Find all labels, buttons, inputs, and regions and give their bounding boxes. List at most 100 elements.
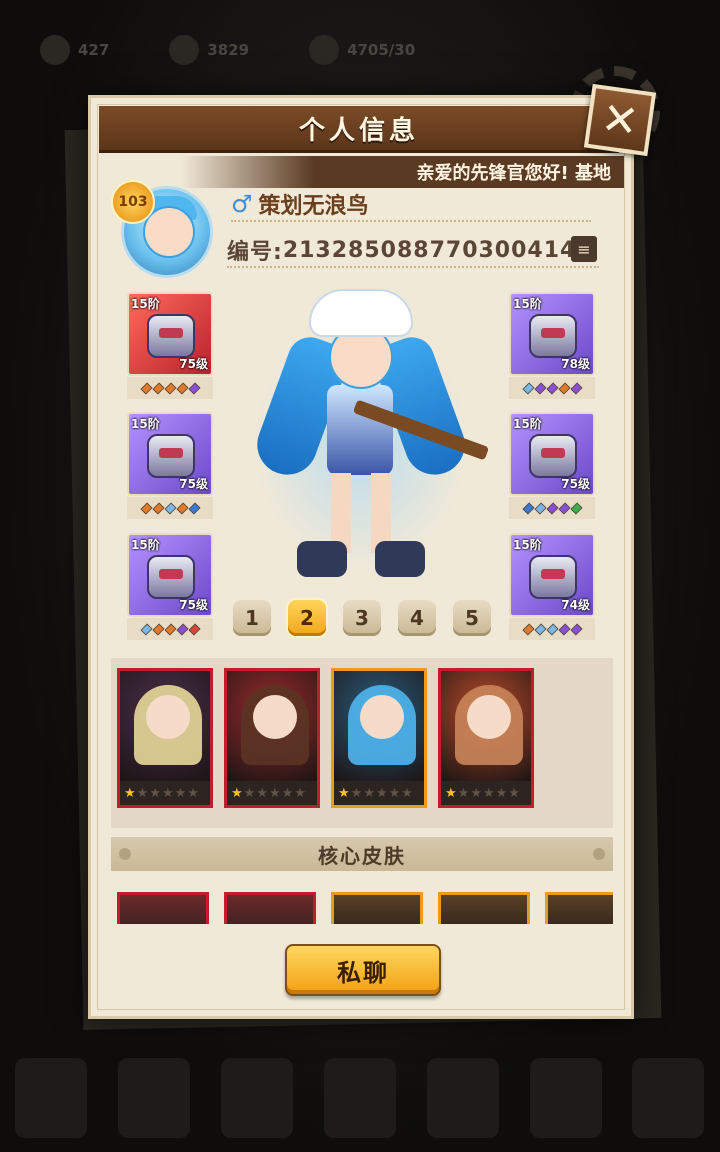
gem-icon [521, 622, 535, 636]
star-icon: ★ [174, 785, 187, 801]
close-button[interactable]: ✕ [583, 83, 657, 157]
core-skin-title: 核心皮肤 [318, 843, 406, 868]
page-tab-5[interactable]: 5 [453, 600, 491, 636]
nav-slot [323, 1058, 396, 1138]
equipment-level: 78级 [561, 357, 590, 371]
hero-boot [375, 541, 425, 577]
core-skin-header: 核心皮肤 [111, 837, 613, 871]
gem-icon [545, 501, 559, 515]
star-icon: ★ [445, 785, 457, 801]
loadout-page-tabs: 1 2 3 4 5 [233, 600, 491, 636]
gem-icon [187, 501, 201, 515]
nav-slot [426, 1058, 499, 1138]
star-icon: ★ [375, 785, 388, 801]
id-value: 2132850887703004144 [282, 237, 593, 263]
gem-row-right-3 [509, 618, 595, 640]
gem-icon [175, 381, 189, 395]
star-icon: ★ [388, 785, 401, 801]
hero-body [327, 385, 393, 475]
leg-armor-icon [529, 434, 577, 478]
nav-slot [221, 1058, 294, 1138]
copy-icon[interactable]: ≡ [571, 236, 597, 262]
gem-icon [163, 622, 177, 636]
player-info-modal: 个人信息 亲爱的先锋官您好! 基地 103 ♂ 策划无浪鸟 编号: 213285… [88, 95, 634, 1019]
hero-face [253, 695, 297, 739]
nav-slot [529, 1058, 602, 1138]
gem-icon [521, 381, 535, 395]
equipment-level: 74级 [561, 598, 590, 612]
star-rating: ★ ★ ★ ★ ★ ★ [120, 781, 210, 805]
star-rating: ★ ★ ★ ★ ★ ★ [441, 781, 531, 805]
greeting-text: 亲爱的先锋官您好! 基地 [416, 163, 611, 184]
hero-character-figure [231, 283, 491, 593]
gem-icon [569, 501, 583, 515]
equipment-slot-right-2[interactable]: 15阶 75级 [509, 412, 595, 496]
star-icon: ★ [482, 785, 495, 801]
player-name-row: ♂ 策划无浪鸟 [231, 188, 369, 220]
equipment-tier: 15阶 [131, 297, 160, 311]
equipment-slot-left-1[interactable]: 15阶 75级 [127, 292, 213, 376]
gem-icon [569, 622, 583, 636]
star-icon: ★ [256, 785, 268, 801]
gem-icon [557, 501, 571, 515]
equipment-slot-left-3[interactable]: 15阶 75级 [127, 533, 213, 617]
equipment-slot-right-3[interactable]: 15阶 74级 [509, 533, 595, 617]
helmet-icon [147, 314, 195, 358]
hero-boot [297, 541, 347, 577]
page-tab-3[interactable]: 3 [343, 600, 381, 636]
skin-card[interactable] [438, 892, 530, 924]
id-label: 编号: [227, 240, 283, 265]
star-rating: ★ ★ ★ ★ ★ ★ [227, 781, 317, 805]
hero-card[interactable]: ★ ★ ★ ★ ★ ★ [331, 668, 427, 808]
skin-card[interactable] [331, 892, 423, 924]
star-icon: ★ [281, 785, 294, 801]
divider [231, 220, 591, 222]
star-icon: ★ [149, 785, 161, 801]
greeting-banner: 亲爱的先锋官您好! 基地 [181, 156, 625, 188]
gem-icon [187, 381, 201, 395]
resource-icon [309, 35, 340, 65]
star-icon: ★ [187, 785, 199, 801]
star-icon: ★ [268, 785, 281, 801]
equipment-tier: 15阶 [513, 417, 542, 431]
star-icon: ★ [124, 785, 136, 801]
gem-row-left-2 [127, 497, 213, 519]
gem-icon [557, 381, 571, 395]
equipment-level: 75级 [561, 477, 590, 491]
skin-card[interactable] [224, 892, 316, 924]
player-name: 策划无浪鸟 [258, 194, 369, 219]
page-tab-2[interactable]: 2 [288, 600, 326, 636]
private-chat-label: 私聊 [337, 958, 389, 987]
star-icon: ★ [161, 785, 174, 801]
skin-card[interactable] [545, 892, 613, 924]
star-icon: ★ [294, 785, 306, 801]
hero-card[interactable]: ★ ★ ★ ★ ★ ★ [224, 668, 320, 808]
gem-icon [163, 381, 177, 395]
private-chat-button[interactable]: 私聊 [285, 944, 441, 996]
skin-card[interactable] [117, 892, 209, 924]
page-tab-1[interactable]: 1 [233, 600, 271, 636]
background-bottom-nav [0, 1040, 720, 1152]
hero-hat [309, 289, 413, 337]
star-rating: ★ ★ ★ ★ ★ ★ [334, 781, 424, 805]
star-icon: ★ [338, 785, 350, 801]
hero-card[interactable]: ★ ★ ★ ★ ★ ★ [117, 668, 213, 808]
level-badge: 103 [111, 180, 155, 224]
page-tab-4[interactable]: 4 [398, 600, 436, 636]
gem-icon [187, 622, 201, 636]
hero-card[interactable]: ★ ★ ★ ★ ★ ★ [438, 668, 534, 808]
equipment-slot-left-2[interactable]: 15阶 75级 [127, 412, 213, 496]
star-icon: ★ [136, 785, 149, 801]
modal-title: 个人信息 [298, 115, 419, 146]
gem-icon [151, 622, 165, 636]
gem-icon [545, 381, 559, 395]
star-icon: ★ [508, 785, 520, 801]
equipment-tier: 15阶 [131, 538, 160, 552]
nav-slot [118, 1058, 191, 1138]
glove-icon [529, 555, 577, 599]
equipment-level: 75级 [179, 477, 208, 491]
player-avatar[interactable]: 103 [111, 178, 221, 288]
hero-portrait-art [120, 671, 210, 781]
equipment-slot-right-1[interactable]: 15阶 78级 [509, 292, 595, 376]
star-icon: ★ [350, 785, 363, 801]
